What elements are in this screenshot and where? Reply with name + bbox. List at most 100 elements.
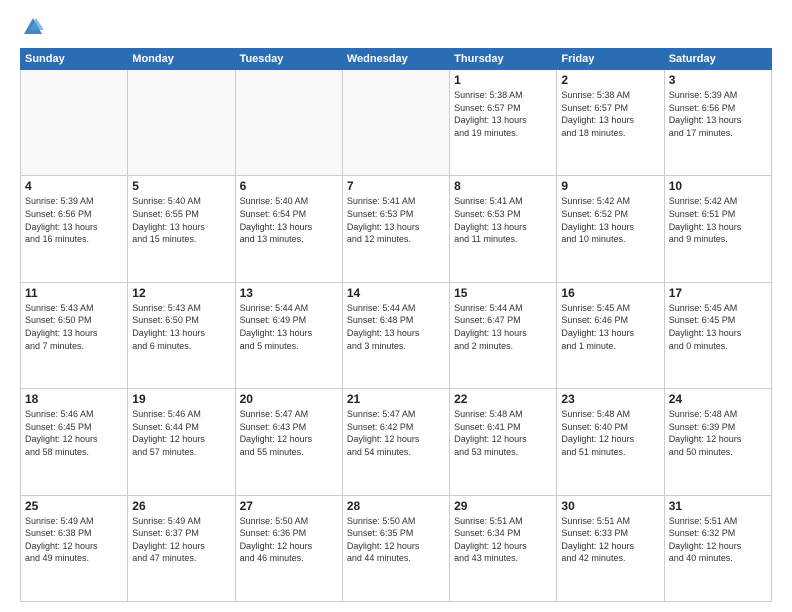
day-number: 11	[25, 286, 123, 300]
day-number: 3	[669, 73, 767, 87]
logo-icon	[22, 16, 44, 38]
day-number: 4	[25, 179, 123, 193]
table-row: 19Sunrise: 5:46 AM Sunset: 6:44 PM Dayli…	[128, 389, 235, 495]
day-number: 28	[347, 499, 445, 513]
day-number: 30	[561, 499, 659, 513]
day-info: Sunrise: 5:40 AM Sunset: 6:55 PM Dayligh…	[132, 195, 230, 245]
day-info: Sunrise: 5:47 AM Sunset: 6:42 PM Dayligh…	[347, 408, 445, 458]
day-number: 31	[669, 499, 767, 513]
table-row	[128, 70, 235, 176]
day-number: 26	[132, 499, 230, 513]
day-number: 17	[669, 286, 767, 300]
day-info: Sunrise: 5:42 AM Sunset: 6:51 PM Dayligh…	[669, 195, 767, 245]
col-tuesday: Tuesday	[235, 49, 342, 70]
table-row: 2Sunrise: 5:38 AM Sunset: 6:57 PM Daylig…	[557, 70, 664, 176]
col-saturday: Saturday	[664, 49, 771, 70]
day-number: 7	[347, 179, 445, 193]
table-row: 21 Sunrise: 5:47 AM Sunset: 6:42 PM Dayli…	[342, 389, 449, 495]
day-info: Sunrise: 5:46 AM Sunset: 6:45 PM Dayligh…	[25, 408, 123, 458]
table-row: 3 Sunrise: 5:39 AM Sunset: 6:56 PM Daylig…	[664, 70, 771, 176]
table-row: 16Sunrise: 5:45 AM Sunset: 6:46 PM Dayli…	[557, 282, 664, 388]
table-row: 8Sunrise: 5:41 AM Sunset: 6:53 PM Daylig…	[450, 176, 557, 282]
calendar-week-row: 18Sunrise: 5:46 AM Sunset: 6:45 PM Dayli…	[21, 389, 772, 495]
table-row: 15 Sunrise: 5:44 AM Sunset: 6:47 PM Dayli…	[450, 282, 557, 388]
table-row: 31 Sunrise: 5:51 AM Sunset: 6:32 PM Dayli…	[664, 495, 771, 601]
day-number: 29	[454, 499, 552, 513]
day-number: 24	[669, 392, 767, 406]
table-row: 5 Sunrise: 5:40 AM Sunset: 6:55 PM Daylig…	[128, 176, 235, 282]
day-number: 8	[454, 179, 552, 193]
col-friday: Friday	[557, 49, 664, 70]
day-info: Sunrise: 5:50 AM Sunset: 6:35 PM Dayligh…	[347, 515, 445, 565]
calendar-table: Sunday Monday Tuesday Wednesday Thursday…	[20, 48, 772, 602]
table-row: 20Sunrise: 5:47 AM Sunset: 6:43 PM Dayli…	[235, 389, 342, 495]
col-wednesday: Wednesday	[342, 49, 449, 70]
table-row: 10 Sunrise: 5:42 AM Sunset: 6:51 PM Dayli…	[664, 176, 771, 282]
day-number: 9	[561, 179, 659, 193]
table-row	[21, 70, 128, 176]
table-row: 23 Sunrise: 5:48 AM Sunset: 6:40 PM Dayli…	[557, 389, 664, 495]
calendar-week-row: 1Sunrise: 5:38 AM Sunset: 6:57 PM Daylig…	[21, 70, 772, 176]
calendar-week-row: 25 Sunrise: 5:49 AM Sunset: 6:38 PM Dayli…	[21, 495, 772, 601]
day-info: Sunrise: 5:51 AM Sunset: 6:34 PM Dayligh…	[454, 515, 552, 565]
table-row	[235, 70, 342, 176]
day-number: 25	[25, 499, 123, 513]
table-row	[342, 70, 449, 176]
table-row: 13 Sunrise: 5:44 AM Sunset: 6:49 PM Dayli…	[235, 282, 342, 388]
day-info: Sunrise: 5:51 AM Sunset: 6:32 PM Dayligh…	[669, 515, 767, 565]
day-number: 21	[347, 392, 445, 406]
day-number: 5	[132, 179, 230, 193]
day-info: Sunrise: 5:41 AM Sunset: 6:53 PM Dayligh…	[347, 195, 445, 245]
day-info: Sunrise: 5:49 AM Sunset: 6:37 PM Dayligh…	[132, 515, 230, 565]
day-number: 16	[561, 286, 659, 300]
day-number: 27	[240, 499, 338, 513]
day-info: Sunrise: 5:50 AM Sunset: 6:36 PM Dayligh…	[240, 515, 338, 565]
table-row: 28 Sunrise: 5:50 AM Sunset: 6:35 PM Dayli…	[342, 495, 449, 601]
day-info: Sunrise: 5:49 AM Sunset: 6:38 PM Dayligh…	[25, 515, 123, 565]
table-row: 29 Sunrise: 5:51 AM Sunset: 6:34 PM Dayli…	[450, 495, 557, 601]
table-row: 14Sunrise: 5:44 AM Sunset: 6:48 PM Dayli…	[342, 282, 449, 388]
day-info: Sunrise: 5:44 AM Sunset: 6:49 PM Dayligh…	[240, 302, 338, 352]
day-number: 12	[132, 286, 230, 300]
day-info: Sunrise: 5:48 AM Sunset: 6:39 PM Dayligh…	[669, 408, 767, 458]
day-info: Sunrise: 5:38 AM Sunset: 6:57 PM Dayligh…	[454, 89, 552, 139]
day-info: Sunrise: 5:48 AM Sunset: 6:41 PM Dayligh…	[454, 408, 552, 458]
col-sunday: Sunday	[21, 49, 128, 70]
day-info: Sunrise: 5:42 AM Sunset: 6:52 PM Dayligh…	[561, 195, 659, 245]
table-row: 24 Sunrise: 5:48 AM Sunset: 6:39 PM Dayli…	[664, 389, 771, 495]
day-number: 22	[454, 392, 552, 406]
day-info: Sunrise: 5:46 AM Sunset: 6:44 PM Dayligh…	[132, 408, 230, 458]
day-number: 15	[454, 286, 552, 300]
col-thursday: Thursday	[450, 49, 557, 70]
table-row: 18Sunrise: 5:46 AM Sunset: 6:45 PM Dayli…	[21, 389, 128, 495]
day-info: Sunrise: 5:47 AM Sunset: 6:43 PM Dayligh…	[240, 408, 338, 458]
table-row: 7 Sunrise: 5:41 AM Sunset: 6:53 PM Daylig…	[342, 176, 449, 282]
day-info: Sunrise: 5:39 AM Sunset: 6:56 PM Dayligh…	[25, 195, 123, 245]
day-info: Sunrise: 5:38 AM Sunset: 6:57 PM Dayligh…	[561, 89, 659, 139]
header	[20, 16, 772, 38]
day-number: 14	[347, 286, 445, 300]
table-row: 12Sunrise: 5:43 AM Sunset: 6:50 PM Dayli…	[128, 282, 235, 388]
table-row: 6 Sunrise: 5:40 AM Sunset: 6:54 PM Daylig…	[235, 176, 342, 282]
day-number: 13	[240, 286, 338, 300]
table-row: 1Sunrise: 5:38 AM Sunset: 6:57 PM Daylig…	[450, 70, 557, 176]
day-info: Sunrise: 5:44 AM Sunset: 6:47 PM Dayligh…	[454, 302, 552, 352]
page: Sunday Monday Tuesday Wednesday Thursday…	[0, 0, 792, 612]
day-info: Sunrise: 5:45 AM Sunset: 6:45 PM Dayligh…	[669, 302, 767, 352]
table-row: 11 Sunrise: 5:43 AM Sunset: 6:50 PM Dayli…	[21, 282, 128, 388]
calendar-header-row: Sunday Monday Tuesday Wednesday Thursday…	[21, 49, 772, 70]
table-row: 17 Sunrise: 5:45 AM Sunset: 6:45 PM Dayli…	[664, 282, 771, 388]
day-number: 6	[240, 179, 338, 193]
day-info: Sunrise: 5:48 AM Sunset: 6:40 PM Dayligh…	[561, 408, 659, 458]
day-info: Sunrise: 5:40 AM Sunset: 6:54 PM Dayligh…	[240, 195, 338, 245]
day-info: Sunrise: 5:43 AM Sunset: 6:50 PM Dayligh…	[25, 302, 123, 352]
table-row: 27 Sunrise: 5:50 AM Sunset: 6:36 PM Dayli…	[235, 495, 342, 601]
day-number: 23	[561, 392, 659, 406]
day-info: Sunrise: 5:51 AM Sunset: 6:33 PM Dayligh…	[561, 515, 659, 565]
day-number: 10	[669, 179, 767, 193]
day-info: Sunrise: 5:39 AM Sunset: 6:56 PM Dayligh…	[669, 89, 767, 139]
table-row: 22 Sunrise: 5:48 AM Sunset: 6:41 PM Dayli…	[450, 389, 557, 495]
table-row: 9 Sunrise: 5:42 AM Sunset: 6:52 PM Daylig…	[557, 176, 664, 282]
table-row: 25 Sunrise: 5:49 AM Sunset: 6:38 PM Dayli…	[21, 495, 128, 601]
calendar-week-row: 11 Sunrise: 5:43 AM Sunset: 6:50 PM Dayli…	[21, 282, 772, 388]
